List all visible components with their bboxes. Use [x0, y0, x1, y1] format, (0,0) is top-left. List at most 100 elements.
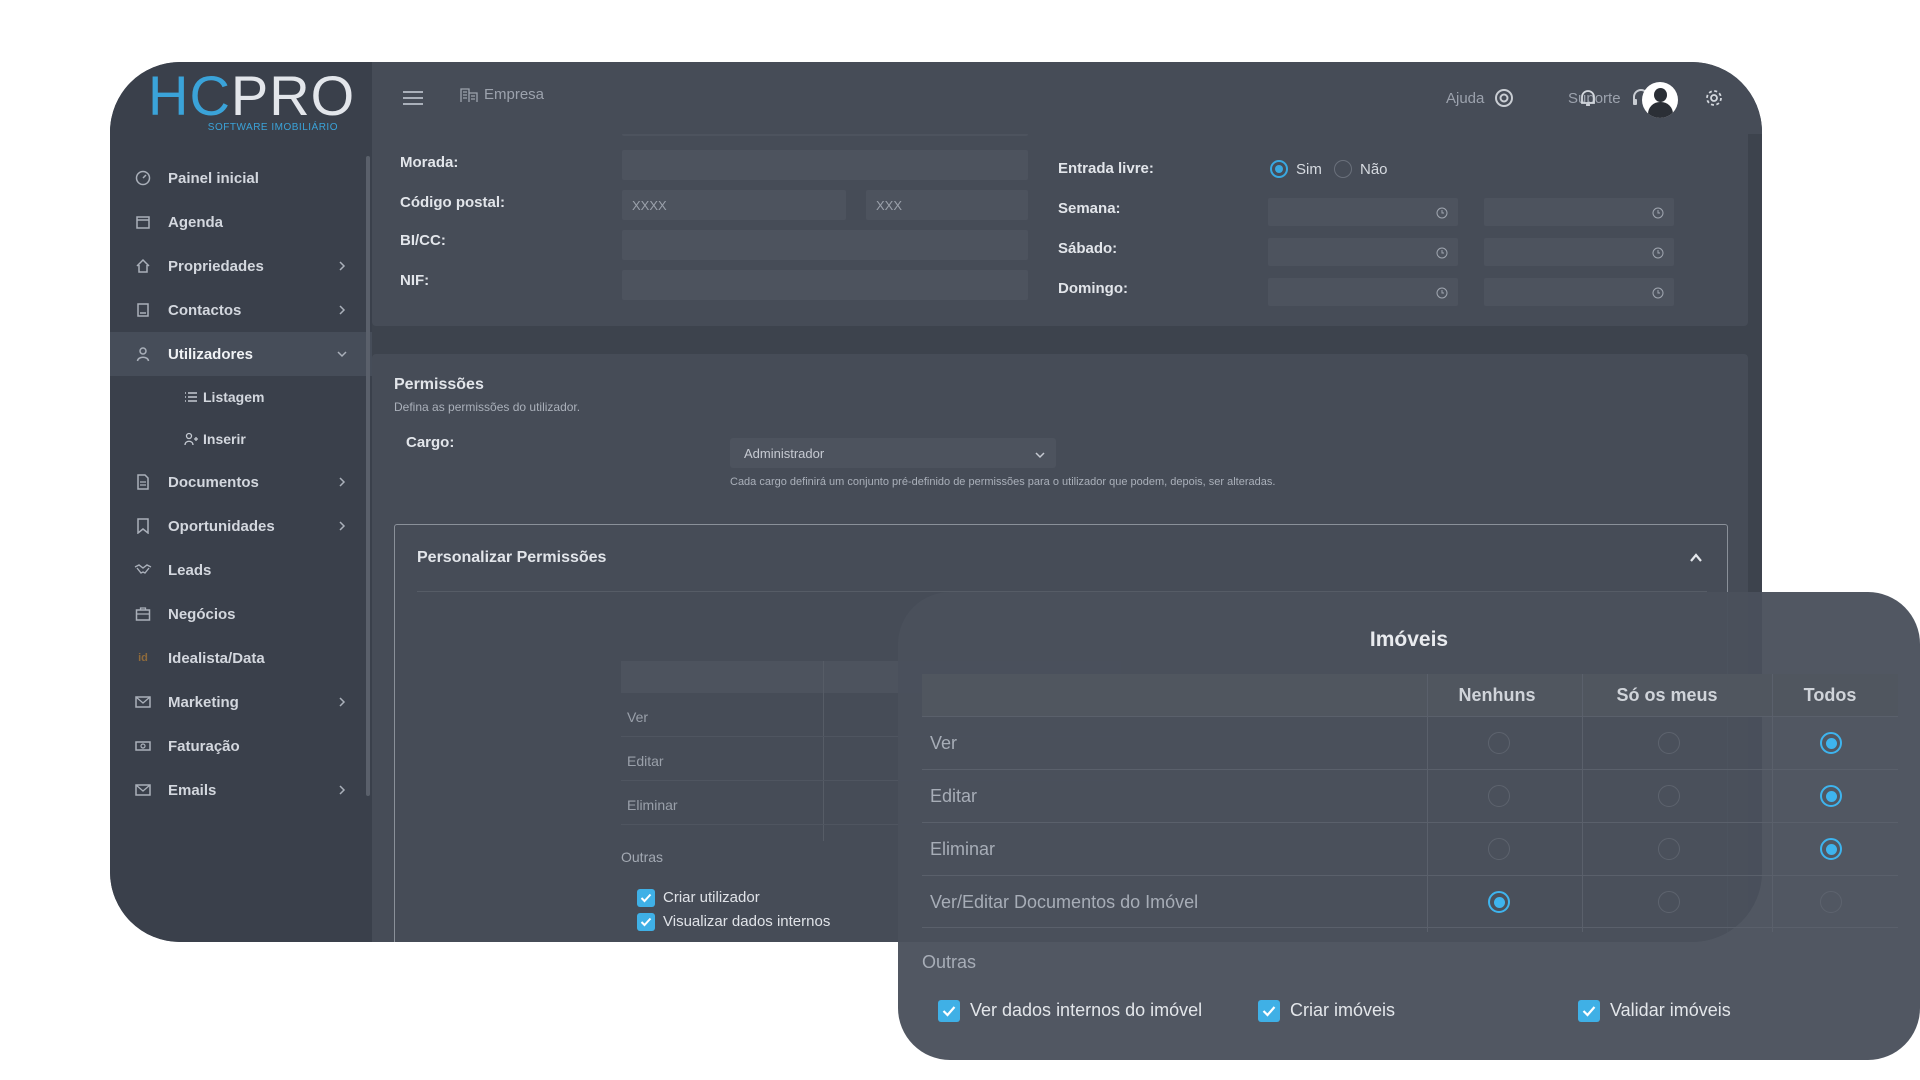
morada-input[interactable]	[622, 150, 1028, 180]
sidebar-item-oportunidades[interactable]: Oportunidades	[110, 504, 372, 548]
sidebar-item-label: Idealista/Data	[168, 649, 265, 667]
input-partial[interactable]	[622, 134, 1028, 136]
chevron-down-icon	[1034, 448, 1046, 459]
sidebar-subitem-listagem[interactable]: Listagem	[110, 376, 372, 418]
cargo-select[interactable]: Administrador	[730, 438, 1056, 468]
sidebar-item-label: Leads	[168, 561, 212, 579]
sidebar-item-label: Documentos	[168, 473, 259, 491]
editar-todos-radio[interactable]	[1820, 785, 1842, 807]
documentos-nenhuns-radio[interactable]	[1488, 891, 1510, 913]
documentos-todos-radio[interactable]	[1820, 891, 1842, 913]
topbar: Empresa Ajuda Suporte	[372, 62, 1762, 134]
entrada-livre-sim-radio[interactable]	[1270, 160, 1288, 178]
sidebar-item-documentos[interactable]: Documentos	[110, 460, 372, 504]
table-row-ver: Ver	[922, 716, 1898, 769]
sidebar-scrollbar[interactable]	[366, 156, 370, 796]
eliminar-so-os-meus-radio[interactable]	[1658, 838, 1680, 860]
money-icon	[134, 737, 152, 755]
sidebar-subitem-inserir[interactable]: Inserir	[110, 418, 372, 460]
sidebar-item-painel-inicial[interactable]: Painel inicial	[110, 156, 372, 200]
idealista-icon: id	[138, 652, 148, 664]
col-nenhuns: Nenhuns	[1458, 685, 1536, 705]
criar-imoveis-label: Criar imóveis	[1290, 1000, 1396, 1020]
sidebar-item-emails[interactable]: Emails	[110, 768, 372, 812]
table-row-editar: Editar	[922, 769, 1898, 822]
bicc-label: BI/CC:	[400, 232, 446, 249]
permissions-subtitle: Defina as permissões do utilizador.	[394, 400, 581, 414]
morada-label: Morada:	[400, 154, 459, 171]
logo[interactable]: HCPRO SOFTWARE IMOBILIÁRIO	[148, 64, 356, 140]
ver-nenhuns-radio[interactable]	[1488, 732, 1510, 754]
sidebar-nav: Painel inicial Agenda Propriedades Conta…	[110, 156, 372, 812]
clock-icon	[1436, 286, 1448, 299]
nif-input[interactable]	[622, 270, 1028, 300]
menu-icon[interactable]	[402, 90, 424, 106]
editar-so-os-meus-radio[interactable]	[1658, 785, 1680, 807]
entrada-livre-label: Entrada livre:	[1058, 160, 1154, 177]
sidebar-item-negocios[interactable]: Negócios	[110, 592, 372, 636]
sidebar-item-agenda[interactable]: Agenda	[110, 200, 372, 244]
semana-time-start[interactable]	[1268, 198, 1458, 226]
domingo-time-start[interactable]	[1268, 278, 1458, 306]
sidebar-item-faturacao[interactable]: Faturação	[110, 724, 372, 768]
chevron-right-icon	[334, 518, 350, 534]
semana-time-end[interactable]	[1484, 198, 1674, 226]
validar-imoveis-checkbox[interactable]	[1578, 1000, 1600, 1022]
settings-button[interactable]	[1704, 62, 1724, 134]
bicc-input[interactable]	[622, 230, 1028, 260]
sidebar-item-utilizadores[interactable]: Utilizadores	[110, 332, 372, 376]
logo-wordmark: HCPRO	[148, 64, 356, 127]
ver-so-os-meus-radio[interactable]	[1658, 732, 1680, 754]
calendar-icon	[134, 213, 152, 231]
codigo-postal-label: Código postal:	[400, 194, 505, 211]
notifications-button[interactable]	[1578, 62, 1598, 134]
sidebar-item-leads[interactable]: Leads	[110, 548, 372, 592]
sidebar-item-idealista[interactable]: id Idealista/Data	[110, 636, 372, 680]
codigo-postal-input-2[interactable]: XXX	[866, 190, 1028, 220]
breadcrumb-label: Empresa	[484, 86, 545, 103]
row-label: Eliminar	[930, 839, 996, 859]
row-label: Editar	[930, 786, 978, 806]
chevron-up-icon[interactable]	[1687, 549, 1705, 567]
table-row-eliminar: Eliminar	[922, 822, 1898, 875]
bookmark-icon	[134, 517, 152, 535]
handshake-icon	[134, 561, 152, 579]
codigo-postal-input-1[interactable]: XXXX	[622, 190, 846, 220]
sidebar-item-label: Emails	[168, 781, 217, 799]
col-todos: Todos	[1803, 685, 1857, 705]
row-label: Ver	[930, 733, 958, 753]
sabado-time-start[interactable]	[1268, 238, 1458, 266]
help-link[interactable]: Ajuda	[1446, 62, 1514, 134]
outras-label: Outras	[621, 849, 664, 865]
criar-utilizador-checkbox[interactable]	[637, 889, 655, 907]
ver-dados-internos-checkbox[interactable]	[938, 1000, 960, 1022]
sidebar-item-marketing[interactable]: Marketing	[110, 680, 372, 724]
criar-imoveis-checkbox[interactable]	[1258, 1000, 1280, 1022]
domingo-time-end[interactable]	[1484, 278, 1674, 306]
chevron-right-icon	[334, 694, 350, 710]
sidebar-subitem-label: Listagem	[203, 389, 265, 405]
sidebar-item-contactos[interactable]: Contactos	[110, 288, 372, 332]
semana-label: Semana:	[1058, 200, 1121, 217]
ver-todos-radio[interactable]	[1820, 732, 1842, 754]
sabado-time-end[interactable]	[1484, 238, 1674, 266]
documentos-so-os-meus-radio[interactable]	[1658, 891, 1680, 913]
user-icon	[134, 345, 152, 363]
mail-icon	[134, 693, 152, 711]
breadcrumb[interactable]: Empresa	[460, 86, 544, 103]
gear-icon	[1704, 88, 1724, 108]
home-icon	[134, 257, 152, 275]
entrada-livre-nao-radio[interactable]	[1334, 160, 1352, 178]
eliminar-nenhuns-radio[interactable]	[1488, 838, 1510, 860]
eliminar-todos-radio[interactable]	[1820, 838, 1842, 860]
sidebar-item-propriedades[interactable]: Propriedades	[110, 244, 372, 288]
imoveis-table-header: Nenhuns Só os meus Todos	[922, 674, 1898, 716]
bell-icon	[1578, 88, 1598, 108]
briefcase-icon	[134, 605, 152, 623]
visualizar-dados-checkbox[interactable]	[637, 913, 655, 931]
sidebar-item-label: Oportunidades	[168, 517, 275, 535]
avatar[interactable]	[1642, 82, 1678, 118]
chevron-right-icon	[334, 474, 350, 490]
building-icon	[460, 87, 478, 103]
editar-nenhuns-radio[interactable]	[1488, 785, 1510, 807]
